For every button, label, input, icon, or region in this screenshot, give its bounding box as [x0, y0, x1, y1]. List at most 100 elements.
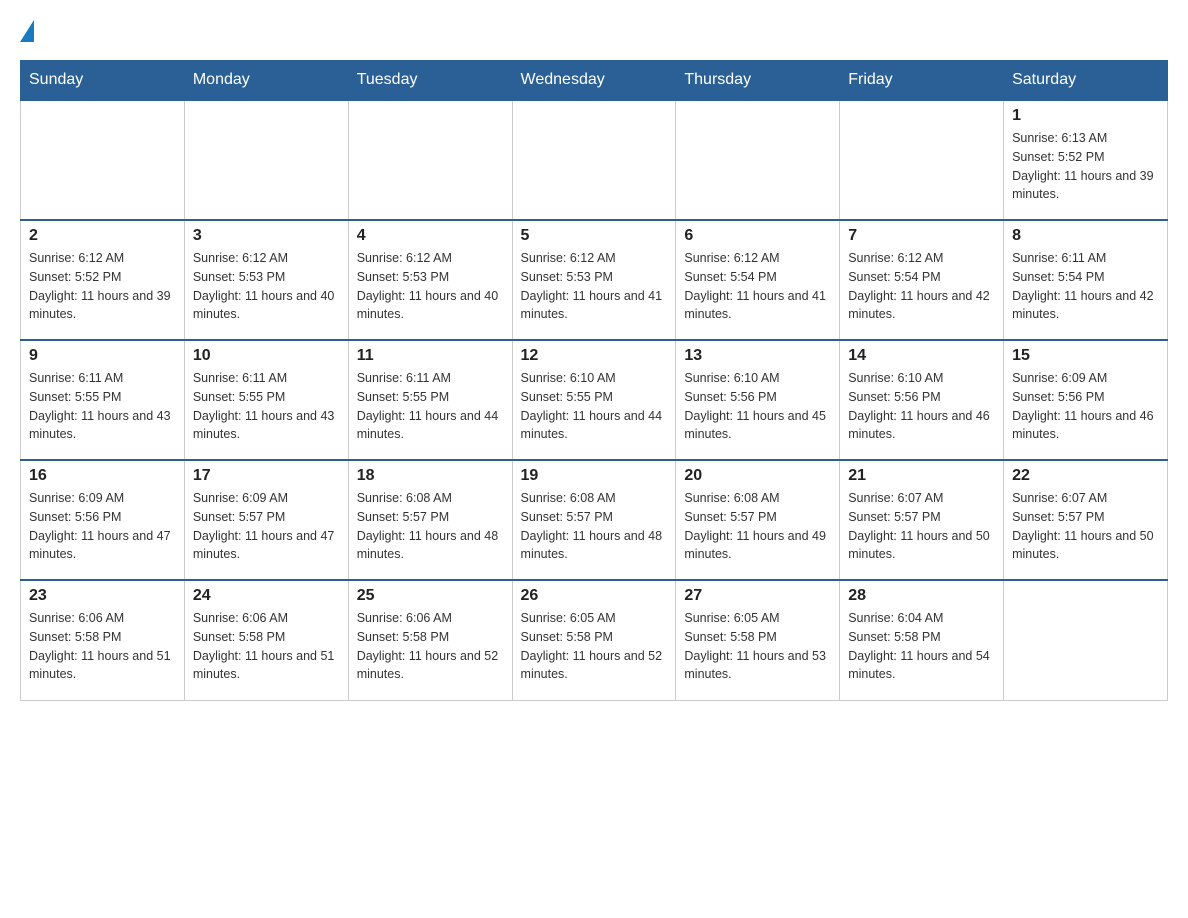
calendar-cell: 14 Sunrise: 6:10 AMSunset: 5:56 PMDayligh… — [840, 340, 1004, 460]
page-header — [20, 20, 1168, 44]
day-number: 26 — [521, 587, 668, 605]
day-number: 9 — [29, 347, 176, 365]
day-info: Sunrise: 6:10 AMSunset: 5:55 PMDaylight:… — [521, 369, 668, 444]
calendar-cell — [840, 100, 1004, 220]
calendar-cell: 1 Sunrise: 6:13 AMSunset: 5:52 PMDaylight… — [1004, 100, 1168, 220]
day-number: 22 — [1012, 467, 1159, 485]
calendar-cell: 16Sunrise: 6:09 AMSunset: 5:56 PMDayligh… — [21, 460, 185, 580]
calendar-cell: 7 Sunrise: 6:12 AMSunset: 5:54 PMDaylight… — [840, 220, 1004, 340]
day-number: 12 — [521, 347, 668, 365]
day-number: 20 — [684, 467, 831, 485]
day-info: Sunrise: 6:06 AMSunset: 5:58 PMDaylight:… — [193, 609, 340, 684]
calendar-cell — [21, 100, 185, 220]
day-number: 27 — [684, 587, 831, 605]
day-number: 7 — [848, 227, 995, 245]
day-number: 24 — [193, 587, 340, 605]
day-info: Sunrise: 6:11 AMSunset: 5:55 PMDaylight:… — [357, 369, 504, 444]
calendar-day-header: Sunday — [21, 61, 185, 101]
calendar-cell: 21 Sunrise: 6:07 AMSunset: 5:57 PMDayligh… — [840, 460, 1004, 580]
day-number: 25 — [357, 587, 504, 605]
calendar-cell: 19 Sunrise: 6:08 AMSunset: 5:57 PMDayligh… — [512, 460, 676, 580]
calendar-cell: 11 Sunrise: 6:11 AMSunset: 5:55 PMDayligh… — [348, 340, 512, 460]
day-number: 28 — [848, 587, 995, 605]
calendar-cell: 10 Sunrise: 6:11 AMSunset: 5:55 PMDayligh… — [184, 340, 348, 460]
calendar-day-header: Friday — [840, 61, 1004, 101]
calendar-week-row: 16Sunrise: 6:09 AMSunset: 5:56 PMDayligh… — [21, 460, 1168, 580]
calendar-cell: 24 Sunrise: 6:06 AMSunset: 5:58 PMDayligh… — [184, 580, 348, 700]
calendar-table: SundayMondayTuesdayWednesdayThursdayFrid… — [20, 60, 1168, 701]
day-number: 6 — [684, 227, 831, 245]
calendar-day-header: Wednesday — [512, 61, 676, 101]
day-number: 1 — [1012, 107, 1159, 125]
calendar-day-header: Monday — [184, 61, 348, 101]
calendar-cell: 6 Sunrise: 6:12 AMSunset: 5:54 PMDaylight… — [676, 220, 840, 340]
day-number: 15 — [1012, 347, 1159, 365]
calendar-week-row: 23Sunrise: 6:06 AMSunset: 5:58 PMDayligh… — [21, 580, 1168, 700]
calendar-cell: 22 Sunrise: 6:07 AMSunset: 5:57 PMDayligh… — [1004, 460, 1168, 580]
day-info: Sunrise: 6:07 AMSunset: 5:57 PMDaylight:… — [848, 489, 995, 564]
day-info: Sunrise: 6:10 AMSunset: 5:56 PMDaylight:… — [848, 369, 995, 444]
calendar-cell: 2 Sunrise: 6:12 AMSunset: 5:52 PMDaylight… — [21, 220, 185, 340]
calendar-cell: 17 Sunrise: 6:09 AMSunset: 5:57 PMDayligh… — [184, 460, 348, 580]
calendar-header-row: SundayMondayTuesdayWednesdayThursdayFrid… — [21, 61, 1168, 101]
day-info: Sunrise: 6:07 AMSunset: 5:57 PMDaylight:… — [1012, 489, 1159, 564]
calendar-cell — [512, 100, 676, 220]
calendar-cell: 26 Sunrise: 6:05 AMSunset: 5:58 PMDayligh… — [512, 580, 676, 700]
calendar-cell — [1004, 580, 1168, 700]
calendar-cell: 8 Sunrise: 6:11 AMSunset: 5:54 PMDaylight… — [1004, 220, 1168, 340]
day-info: Sunrise: 6:09 AMSunset: 5:57 PMDaylight:… — [193, 489, 340, 564]
day-info: Sunrise: 6:12 AMSunset: 5:54 PMDaylight:… — [684, 249, 831, 324]
calendar-day-header: Tuesday — [348, 61, 512, 101]
day-number: 10 — [193, 347, 340, 365]
day-number: 17 — [193, 467, 340, 485]
day-info: Sunrise: 6:10 AMSunset: 5:56 PMDaylight:… — [684, 369, 831, 444]
day-number: 14 — [848, 347, 995, 365]
day-info: Sunrise: 6:04 AMSunset: 5:58 PMDaylight:… — [848, 609, 995, 684]
calendar-cell — [348, 100, 512, 220]
day-info: Sunrise: 6:11 AMSunset: 5:55 PMDaylight:… — [29, 369, 176, 444]
calendar-cell: 18Sunrise: 6:08 AMSunset: 5:57 PMDayligh… — [348, 460, 512, 580]
day-info: Sunrise: 6:12 AMSunset: 5:54 PMDaylight:… — [848, 249, 995, 324]
day-number: 5 — [521, 227, 668, 245]
day-info: Sunrise: 6:12 AMSunset: 5:53 PMDaylight:… — [357, 249, 504, 324]
calendar-cell: 4Sunrise: 6:12 AMSunset: 5:53 PMDaylight… — [348, 220, 512, 340]
day-number: 21 — [848, 467, 995, 485]
logo — [20, 20, 34, 44]
day-number: 8 — [1012, 227, 1159, 245]
day-info: Sunrise: 6:12 AMSunset: 5:52 PMDaylight:… — [29, 249, 176, 324]
day-info: Sunrise: 6:12 AMSunset: 5:53 PMDaylight:… — [193, 249, 340, 324]
calendar-cell — [676, 100, 840, 220]
calendar-week-row: 9 Sunrise: 6:11 AMSunset: 5:55 PMDaylight… — [21, 340, 1168, 460]
calendar-cell: 15 Sunrise: 6:09 AMSunset: 5:56 PMDayligh… — [1004, 340, 1168, 460]
calendar-cell — [184, 100, 348, 220]
calendar-cell: 12 Sunrise: 6:10 AMSunset: 5:55 PMDayligh… — [512, 340, 676, 460]
calendar-cell: 28 Sunrise: 6:04 AMSunset: 5:58 PMDayligh… — [840, 580, 1004, 700]
day-info: Sunrise: 6:09 AMSunset: 5:56 PMDaylight:… — [1012, 369, 1159, 444]
day-number: 19 — [521, 467, 668, 485]
calendar-week-row: 1 Sunrise: 6:13 AMSunset: 5:52 PMDaylight… — [21, 100, 1168, 220]
logo-triangle-icon — [20, 20, 34, 42]
day-number: 13 — [684, 347, 831, 365]
day-info: Sunrise: 6:12 AMSunset: 5:53 PMDaylight:… — [521, 249, 668, 324]
day-number: 11 — [357, 347, 504, 365]
calendar-cell: 20 Sunrise: 6:08 AMSunset: 5:57 PMDayligh… — [676, 460, 840, 580]
day-info: Sunrise: 6:11 AMSunset: 5:55 PMDaylight:… — [193, 369, 340, 444]
calendar-cell: 9 Sunrise: 6:11 AMSunset: 5:55 PMDaylight… — [21, 340, 185, 460]
calendar-day-header: Thursday — [676, 61, 840, 101]
calendar-cell: 27 Sunrise: 6:05 AMSunset: 5:58 PMDayligh… — [676, 580, 840, 700]
day-info: Sunrise: 6:08 AMSunset: 5:57 PMDaylight:… — [357, 489, 504, 564]
day-info: Sunrise: 6:13 AMSunset: 5:52 PMDaylight:… — [1012, 129, 1159, 204]
calendar-cell: 13 Sunrise: 6:10 AMSunset: 5:56 PMDayligh… — [676, 340, 840, 460]
day-info: Sunrise: 6:05 AMSunset: 5:58 PMDaylight:… — [521, 609, 668, 684]
day-info: Sunrise: 6:06 AMSunset: 5:58 PMDaylight:… — [357, 609, 504, 684]
day-number: 2 — [29, 227, 176, 245]
day-info: Sunrise: 6:05 AMSunset: 5:58 PMDaylight:… — [684, 609, 831, 684]
day-info: Sunrise: 6:08 AMSunset: 5:57 PMDaylight:… — [521, 489, 668, 564]
day-info: Sunrise: 6:11 AMSunset: 5:54 PMDaylight:… — [1012, 249, 1159, 324]
day-info: Sunrise: 6:06 AMSunset: 5:58 PMDaylight:… — [29, 609, 176, 684]
calendar-cell: 5 Sunrise: 6:12 AMSunset: 5:53 PMDaylight… — [512, 220, 676, 340]
day-info: Sunrise: 6:09 AMSunset: 5:56 PMDaylight:… — [29, 489, 176, 564]
calendar-cell: 25 Sunrise: 6:06 AMSunset: 5:58 PMDayligh… — [348, 580, 512, 700]
calendar-cell: 3Sunrise: 6:12 AMSunset: 5:53 PMDaylight… — [184, 220, 348, 340]
day-info: Sunrise: 6:08 AMSunset: 5:57 PMDaylight:… — [684, 489, 831, 564]
